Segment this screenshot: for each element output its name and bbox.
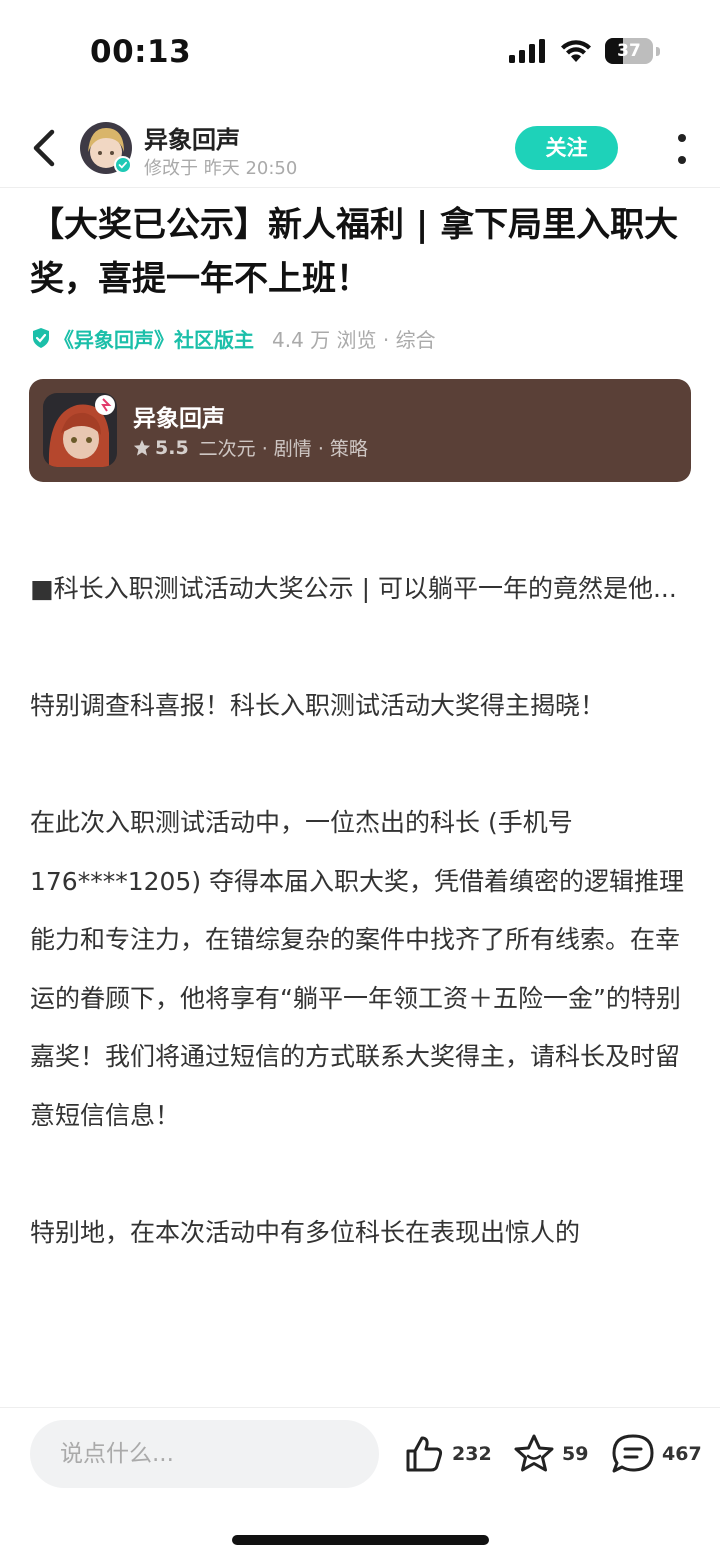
home-indicator[interactable] (232, 1535, 489, 1545)
status-icons: 37 (509, 38, 660, 64)
thumbs-up-icon (406, 1436, 443, 1472)
battery-level: 37 (617, 41, 641, 61)
comment-icon (612, 1434, 654, 1473)
comment-count: 467 (662, 1443, 702, 1465)
post-header: 异象回声 修改于 昨天 20:50 关注 (0, 108, 720, 188)
status-time: 00:13 (90, 34, 192, 70)
post-stats: 4.4 万 浏览 · 综合 (272, 327, 436, 352)
game-icon (43, 393, 117, 467)
status-bar: 00:13 37 (0, 0, 720, 100)
author-name[interactable]: 异象回声 (144, 120, 240, 155)
verified-badge-icon (114, 156, 132, 174)
battery-icon: 37 (605, 38, 653, 64)
content-paragraph: 在此次入职测试活动中，一位杰出的科长 (手机号 176****1205) 夺得本… (30, 808, 685, 1130)
moderator-badge-icon (33, 328, 49, 348)
content-paragraph: 特别地，在本次活动中有多位科长在表现出惊人的 (30, 1217, 581, 1247)
game-info: 5.5 二次元 · 剧情 · 策略 (133, 434, 368, 461)
author-meta: 修改于 昨天 20:50 (144, 158, 298, 179)
game-name: 异象回声 (133, 406, 225, 432)
moderator-label[interactable]: 《异象回声》社区版主 (54, 324, 254, 353)
like-count: 232 (452, 1443, 492, 1465)
game-tags: 二次元 · 剧情 · 策略 (198, 438, 368, 460)
post-content: ■科长入职测试活动大奖公示 | 可以躺平一年的竟然是他... 特别调查科喜报！科… (30, 560, 695, 1262)
comment-button[interactable]: 467 (610, 1432, 702, 1476)
more-icon[interactable] (672, 130, 692, 170)
content-paragraph: 特别调查科喜报！科长入职测试活动大奖得主揭晓！ (30, 691, 606, 720)
back-icon[interactable] (26, 126, 66, 170)
follow-button[interactable]: 关注 (515, 126, 618, 170)
wifi-icon (561, 40, 591, 62)
content-paragraph: ■科长入职测试活动大奖公示 | 可以躺平一年的竟然是他... (30, 574, 677, 603)
signal-icon (509, 39, 545, 63)
comment-input[interactable]: 说点什么... (30, 1420, 379, 1488)
post-title: 【大奖已公示】新人福利 | 拿下局里入职大奖，喜提一年不上班！ (30, 205, 679, 299)
star-icon (133, 439, 151, 456)
favorite-button[interactable]: 59 (512, 1432, 588, 1476)
game-card[interactable]: 异象回声 5.5 二次元 · 剧情 · 策略 (29, 379, 691, 482)
game-rating: 5.5 (155, 436, 189, 459)
post-meta: 《异象回声》社区版主 4.4 万 浏览 · 综合 (30, 322, 436, 354)
favorite-count: 59 (562, 1443, 589, 1465)
star-outline-icon (514, 1434, 554, 1472)
like-button[interactable]: 232 (402, 1432, 492, 1476)
